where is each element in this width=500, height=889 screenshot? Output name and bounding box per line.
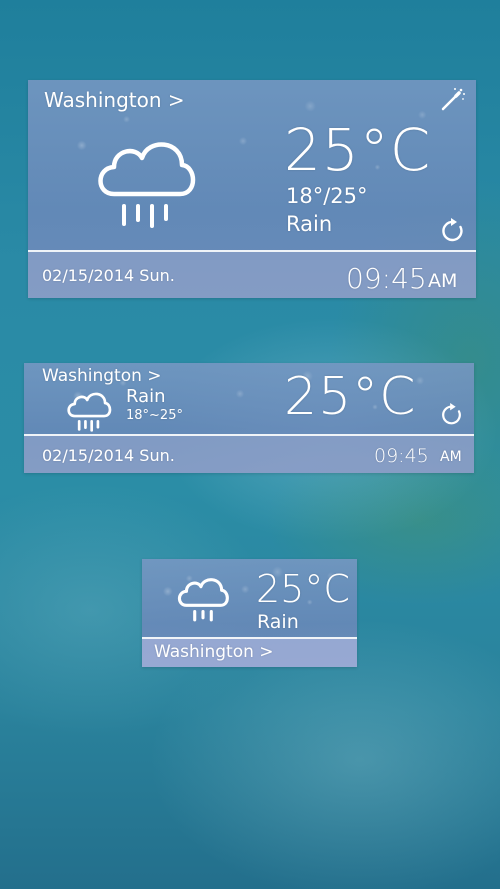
date-label: 02/15/2014 Sun. xyxy=(42,446,175,465)
refresh-icon[interactable] xyxy=(440,403,464,427)
rain-cloud-icon xyxy=(90,120,202,232)
weather-condition: Rain xyxy=(126,386,166,407)
weather-widget-large[interactable]: Washington > 25°C 18°/25° Rain 02/15/201… xyxy=(28,80,476,298)
temperature: 25°C xyxy=(284,116,432,184)
clock-ampm: AM xyxy=(440,449,462,465)
weather-widget-medium[interactable]: Washington > Rain 18°~25° 25°C 02/15/201… xyxy=(24,363,474,473)
weather-condition: Rain xyxy=(257,611,299,633)
weather-widget-small[interactable]: 25°C Rain Washington > xyxy=(142,559,357,667)
temperature: 25°C xyxy=(256,567,350,611)
temperature: 25°C xyxy=(284,367,417,427)
rain-cloud-icon xyxy=(64,383,114,433)
city-link[interactable]: Washington > xyxy=(154,642,274,662)
city-link[interactable]: Washington > xyxy=(44,88,185,112)
rain-cloud-icon xyxy=(174,567,232,625)
clock-time[interactable]: 09:45 xyxy=(346,262,427,295)
refresh-icon[interactable] xyxy=(440,218,466,244)
clock-ampm: AM xyxy=(428,270,458,292)
temperature-range: 18°~25° xyxy=(126,408,183,423)
temperature-range: 18°/25° xyxy=(286,184,368,208)
magic-wand-icon[interactable] xyxy=(438,86,466,114)
date-label: 02/15/2014 Sun. xyxy=(42,266,175,285)
clock-time[interactable]: 09:45 xyxy=(374,445,429,467)
weather-condition: Rain xyxy=(286,212,333,236)
